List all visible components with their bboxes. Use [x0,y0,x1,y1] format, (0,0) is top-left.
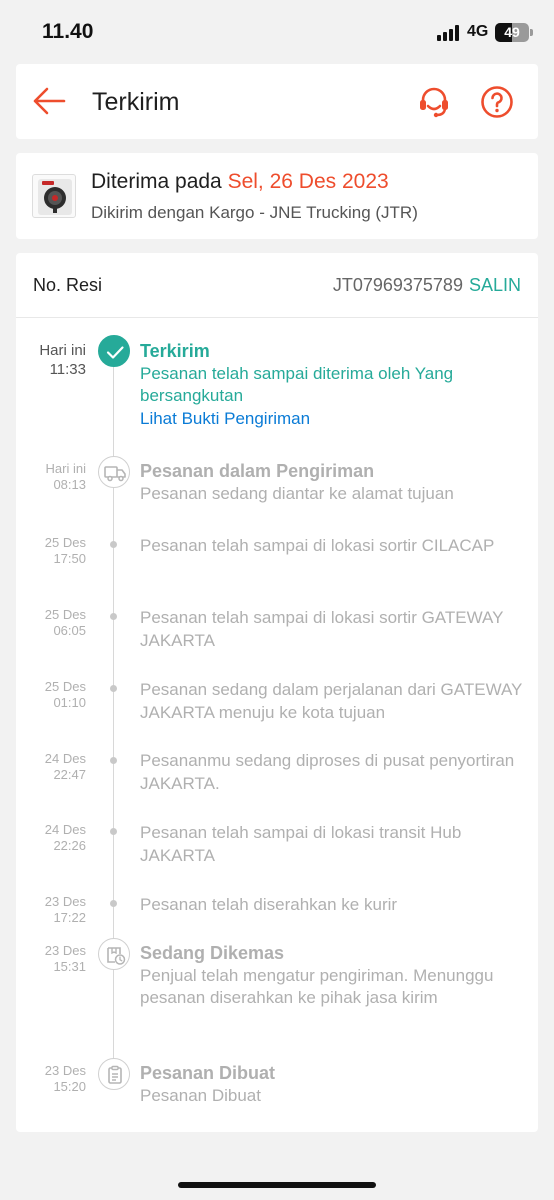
event-desc: Pesanan telah sampai di lokasi sortir CI… [140,536,495,555]
truck-icon [98,456,130,488]
event-clock: 06:05 [53,623,86,638]
timeline-dot [110,828,117,835]
app-header: Terkirim [16,64,538,139]
resi-label: No. Resi [33,275,103,295]
status-bar: 11.40 4G 49 [0,0,554,64]
home-indicator[interactable] [178,1182,376,1188]
event-time: 24 Des 22:26 [16,822,86,854]
timeline-dot [110,900,117,907]
timeline-event: Pesanan dalam Pengiriman Pesanan sedang … [140,460,525,505]
event-date: 24 Des [44,822,86,837]
arrow-left-icon[interactable] [32,86,66,116]
received-date: Sel, 26 Des 2023 [227,170,389,193]
resi-number: JT07969375789 [332,275,463,295]
battery-cap [530,29,533,36]
event-date: 23 Des [44,943,86,958]
event-desc: Pesanan telah sampai diterima oleh Yang … [140,363,454,406]
event-time: 23 Des 15:31 [16,943,86,975]
timeline-event: Sedang Dikemas Penjual telah mengatur pe… [140,942,525,1010]
event-time: 25 Des 06:05 [16,607,86,639]
timeline-event: Pesanan telah sampai di lokasi sortir GA… [140,607,525,652]
event-time: 24 Des 22:47 [16,751,86,783]
event-desc: Pesanan sedang diantar ke alamat tujuan [140,483,454,503]
event-clock: 11:33 [49,361,86,378]
timeline-dot [110,685,117,692]
event-desc: Pesanan telah diserahkan ke kurir [140,895,398,914]
event-date: 25 Des [44,535,86,550]
clipboard-icon [98,1058,130,1090]
event-clock: 01:10 [53,695,86,710]
event-date: Hari ini [39,342,86,359]
status-time: 11.40 [42,20,94,43]
event-date: 25 Des [44,607,86,622]
event-time: 25 Des 17:50 [16,535,86,567]
event-time: 23 Des 15:20 [16,1063,86,1095]
delivery-summary[interactable]: Diterima pada Sel, 26 Des 2023 Dikirim d… [16,153,538,239]
signal-icon [437,25,461,41]
event-desc: Pesanan Dibuat [140,1085,261,1105]
event-title: Sedang Dikemas [140,943,285,963]
event-date: Hari ini [45,461,86,476]
event-clock: 17:50 [53,551,86,566]
received-label: Diterima pada [91,170,222,193]
event-date: 24 Des [44,751,86,766]
event-time: Hari ini 11:33 [16,341,86,379]
event-clock: 17:22 [53,910,86,925]
event-time: 23 Des 17:22 [16,894,86,926]
copy-button[interactable]: SALIN [469,275,521,295]
event-date: 23 Des [44,894,86,909]
timeline-dot [110,541,117,548]
received-info: Diterima pada Sel, 26 Des 2023 [91,170,389,194]
event-desc: Penjual telah mengatur pengiriman. Menun… [140,965,494,1008]
timeline-event: Pesananmu sedang diproses di pusat penyo… [140,750,525,795]
network-type: 4G [467,23,489,40]
product-thumbnail [32,174,76,218]
timeline-event: Pesanan telah sampai di lokasi transit H… [140,822,525,867]
timeline-event: Pesanan Dibuat Pesanan Dibuat [140,1062,525,1107]
timeline-dot [110,757,117,764]
package-clock-icon [98,938,130,970]
event-title: Pesanan Dibuat [140,1063,276,1083]
event-desc: Pesananmu sedang diproses di pusat penyo… [140,751,515,793]
event-time: 25 Des 01:10 [16,679,86,711]
page-title: Terkirim [92,88,180,116]
resi-row: No. Resi JT07969375789 SALIN [16,253,538,318]
event-clock: 22:26 [53,838,86,853]
proof-of-delivery-link[interactable]: Lihat Bukti Pengiriman [140,408,525,431]
timeline-event: Pesanan sedang dalam perjalanan dari GAT… [140,679,525,724]
event-clock: 15:31 [53,959,86,974]
headset-icon[interactable] [416,84,452,120]
check-icon [98,335,130,367]
timeline-dot [110,613,117,620]
event-date: 23 Des [44,1063,86,1078]
tracking-card: No. Resi JT07969375789 SALIN Hari ini 11:… [16,253,538,1132]
event-title: Terkirim [140,341,210,361]
question-circle-icon[interactable] [480,85,514,119]
battery-icon: 49 [495,23,529,42]
timeline-event: Pesanan telah diserahkan ke kurir [140,894,525,917]
event-date: 25 Des [44,679,86,694]
event-desc: Pesanan sedang dalam perjalanan dari GAT… [140,680,523,722]
courier-text: Dikirim dengan Kargo - JNE Trucking (JTR… [91,203,418,222]
event-clock: 15:20 [53,1079,86,1094]
event-title: Pesanan dalam Pengiriman [140,461,375,481]
timeline-event: Terkirim Pesanan telah sampai diterima o… [140,340,525,430]
event-desc: Pesanan telah sampai di lokasi sortir GA… [140,608,504,650]
event-clock: 08:13 [53,477,86,492]
event-desc: Pesanan telah sampai di lokasi transit H… [140,823,462,865]
event-clock: 22:47 [53,767,86,782]
event-time: Hari ini 08:13 [16,461,86,493]
resi-number-group: JT07969375789 SALIN [333,275,521,296]
battery-level: 49 [504,24,520,40]
timeline-event: Pesanan telah sampai di lokasi sortir CI… [140,535,525,558]
